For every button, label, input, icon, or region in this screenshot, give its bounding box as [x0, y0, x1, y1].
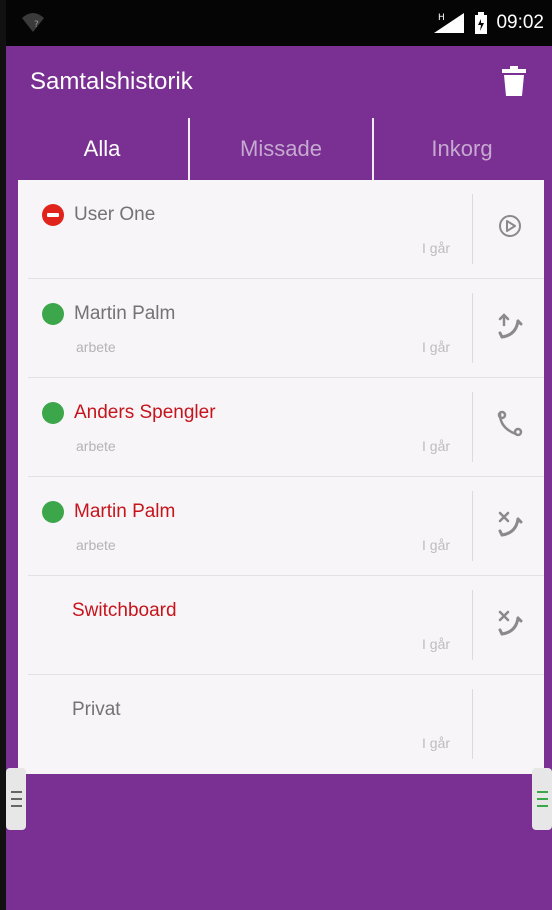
signal-icon: H [434, 13, 465, 33]
call-row[interactable]: User One I går [28, 180, 544, 279]
call-date: I går [422, 438, 451, 454]
caller-name: Switchboard [72, 600, 177, 621]
status-bar: ? H 09:02 [6, 0, 552, 46]
call-row[interactable]: Switchboard I går [28, 576, 544, 675]
right-drawer-handle[interactable] [532, 768, 552, 830]
call-date: I går [422, 636, 451, 652]
row-divider [472, 194, 473, 264]
missed-call-icon[interactable] [494, 507, 526, 539]
call-date: I går [422, 735, 451, 751]
row-divider [472, 491, 473, 561]
caller-label: arbete [76, 537, 116, 553]
caller-name: Martin Palm [74, 501, 176, 522]
available-status-icon [42, 303, 64, 325]
tab-missade[interactable]: Missade [190, 118, 372, 180]
caller-name: User One [74, 204, 156, 225]
tab-inkorg[interactable]: Inkorg [374, 118, 550, 180]
busy-status-icon [42, 204, 64, 226]
row-divider [472, 293, 473, 363]
trash-icon[interactable] [502, 66, 526, 96]
caller-name: Martin Palm [74, 303, 176, 324]
call-date: I går [422, 537, 451, 553]
caller-name: Anders Spengler [74, 402, 216, 423]
call-row[interactable]: Privat I går [28, 675, 544, 773]
clock: 09:02 [496, 12, 544, 33]
call-history-list: User One I går Martin Palm arbete I går … [18, 180, 544, 774]
caller-label: arbete [76, 438, 116, 454]
call-row[interactable]: Martin Palm arbete I går [28, 279, 544, 378]
missed-call-icon[interactable] [494, 606, 526, 638]
call-date: I går [422, 240, 451, 256]
available-status-icon [42, 402, 64, 424]
phone-icon[interactable] [494, 408, 526, 440]
call-row[interactable]: Anders Spengler arbete I går [28, 378, 544, 477]
left-drawer-handle[interactable] [6, 768, 26, 830]
tab-alla[interactable]: Alla [16, 118, 188, 180]
caller-name: Privat [72, 699, 121, 720]
call-row[interactable]: Martin Palm arbete I går [28, 477, 544, 576]
signal-label: H [438, 13, 445, 23]
page-title: Samtalshistorik [30, 68, 193, 95]
app-bar: Samtalshistorik [6, 46, 552, 118]
wifi-icon: ? [22, 13, 44, 32]
row-divider [472, 590, 473, 660]
outgoing-call-icon[interactable] [494, 309, 526, 341]
available-status-icon [42, 501, 64, 523]
battery-icon [475, 12, 488, 34]
caller-label: arbete [76, 339, 116, 355]
tab-bar: Alla Missade Inkorg [6, 118, 552, 180]
row-divider [472, 689, 473, 759]
svg-text:?: ? [34, 20, 39, 30]
call-date: I går [422, 339, 451, 355]
row-divider [472, 392, 473, 462]
play-icon[interactable] [494, 210, 526, 242]
